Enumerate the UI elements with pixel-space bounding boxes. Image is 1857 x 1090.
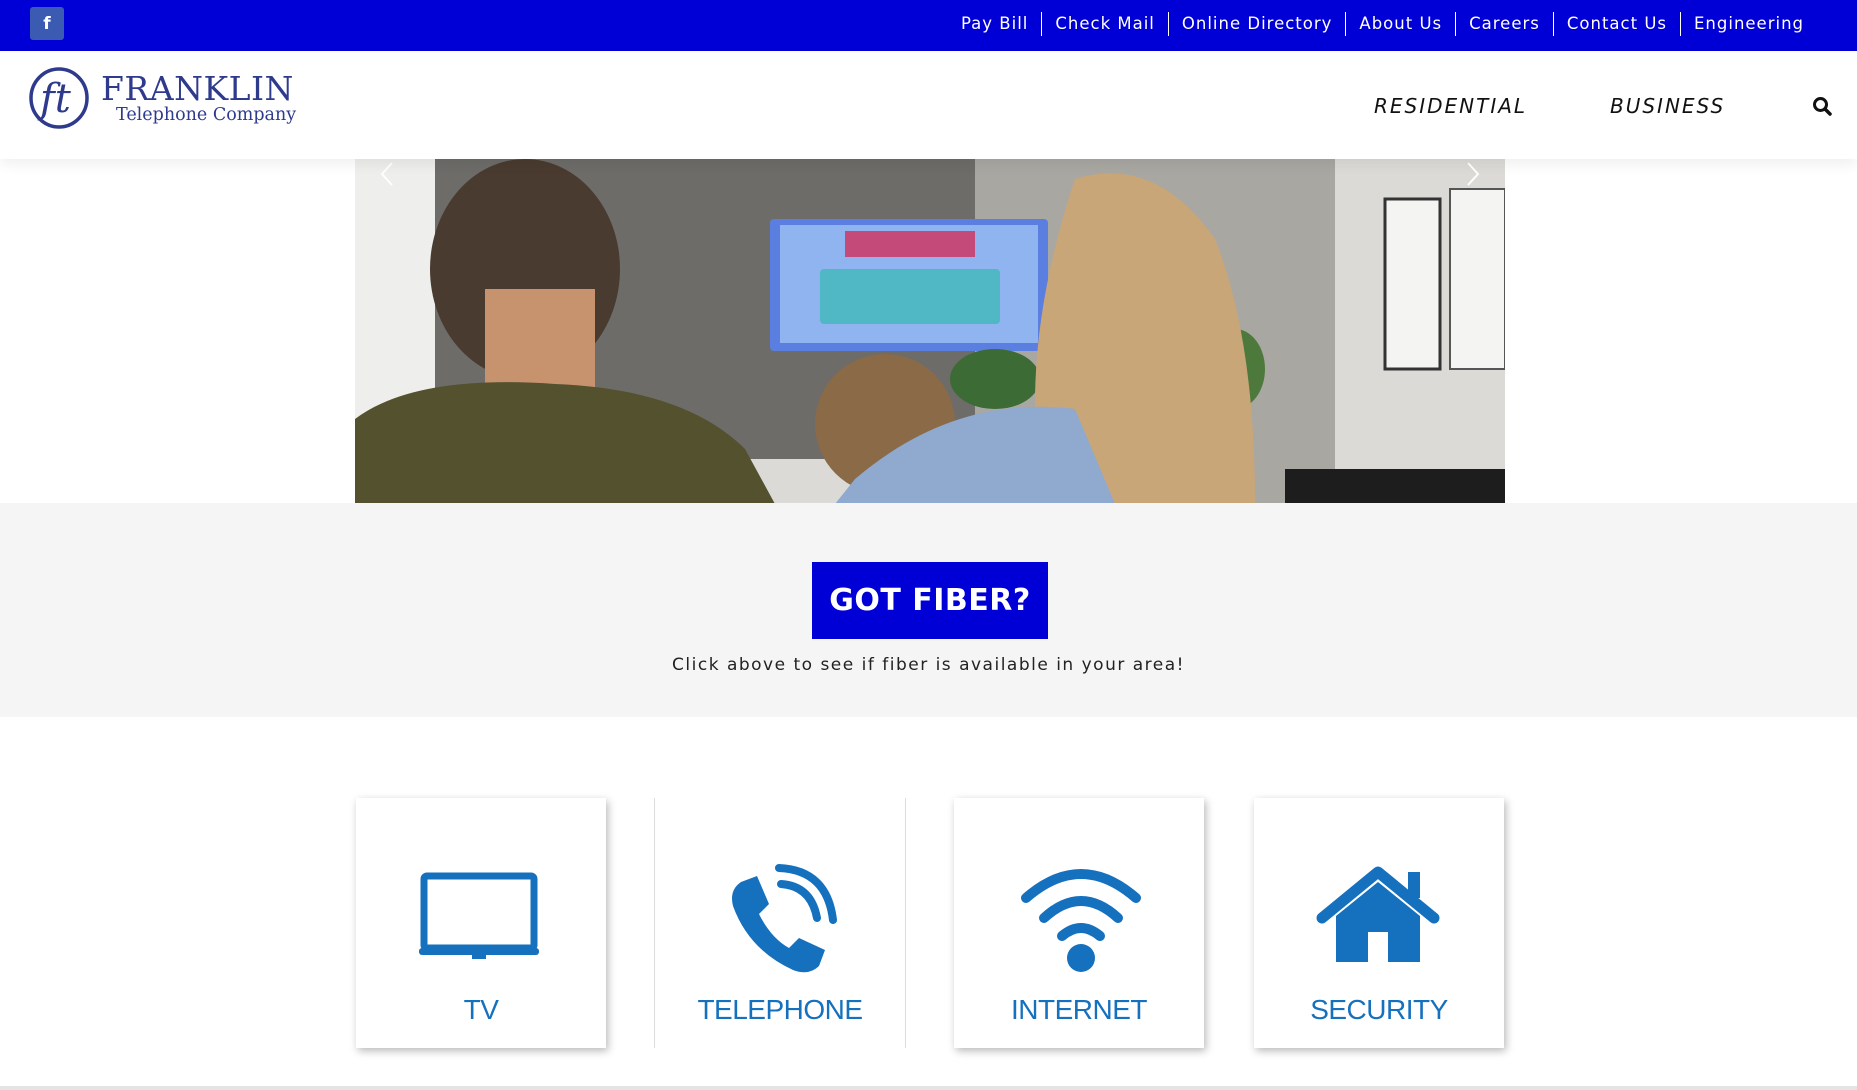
link-pay-bill[interactable]: Pay Bill <box>948 12 1041 36</box>
service-card-internet[interactable]: INTERNET <box>954 798 1204 1048</box>
service-card-tv[interactable]: TV <box>356 798 606 1048</box>
got-fiber-button[interactable]: GOT FIBER? <box>812 562 1048 639</box>
nav-business[interactable]: BUSINESS <box>1610 94 1725 118</box>
search-icon[interactable] <box>1812 96 1832 116</box>
house-icon <box>1316 866 1440 962</box>
hero-image-family-watching-tv <box>355 159 1505 504</box>
wifi-icon <box>1021 869 1141 972</box>
top-bar: f Pay Bill Check Mail Online Directory A… <box>0 0 1857 51</box>
logo-name: FRANKLIN <box>101 69 294 108</box>
site-header: ft FRANKLIN Telephone Company RESIDENTIA… <box>0 51 1857 159</box>
service-label-tv: TV <box>463 994 499 1025</box>
chevron-left-icon[interactable] <box>377 159 397 189</box>
facebook-button[interactable]: f <box>30 7 64 40</box>
link-contact-us[interactable]: Contact Us <box>1552 11 1680 36</box>
logo-monogram-icon: ft <box>29 67 89 129</box>
service-label-internet: INTERNET <box>1011 994 1148 1025</box>
logo-subtitle: Telephone Company <box>116 105 297 125</box>
utility-nav: Pay Bill Check Mail Online Directory Abo… <box>948 0 1817 47</box>
footer-divider <box>0 1086 1857 1090</box>
link-about-us[interactable]: About Us <box>1345 11 1455 36</box>
hero-slider <box>355 159 1505 504</box>
chevron-right-icon[interactable] <box>1463 159 1483 189</box>
tv-icon <box>419 872 539 959</box>
phone-icon <box>732 864 837 973</box>
franklin-logo[interactable]: ft FRANKLIN Telephone Company <box>28 65 298 131</box>
fiber-caption: Click above to see if fiber is available… <box>672 655 1185 675</box>
facebook-icon: f <box>43 13 51 34</box>
fiber-section: GOT FIBER? Click above to see if fiber i… <box>0 503 1857 717</box>
service-label-telephone: TELEPHONE <box>697 994 863 1025</box>
hero-section <box>0 159 1857 504</box>
link-engineering[interactable]: Engineering <box>1680 11 1817 36</box>
service-card-telephone[interactable]: TELEPHONE <box>654 798 906 1048</box>
svg-text:ft: ft <box>37 76 72 122</box>
service-card-security[interactable]: SECURITY <box>1254 798 1504 1048</box>
link-check-mail[interactable]: Check Mail <box>1041 11 1168 36</box>
nav-residential[interactable]: RESIDENTIAL <box>1374 94 1527 118</box>
service-label-security: SECURITY <box>1310 994 1448 1025</box>
link-careers[interactable]: Careers <box>1455 11 1553 36</box>
link-online-directory[interactable]: Online Directory <box>1167 11 1346 36</box>
